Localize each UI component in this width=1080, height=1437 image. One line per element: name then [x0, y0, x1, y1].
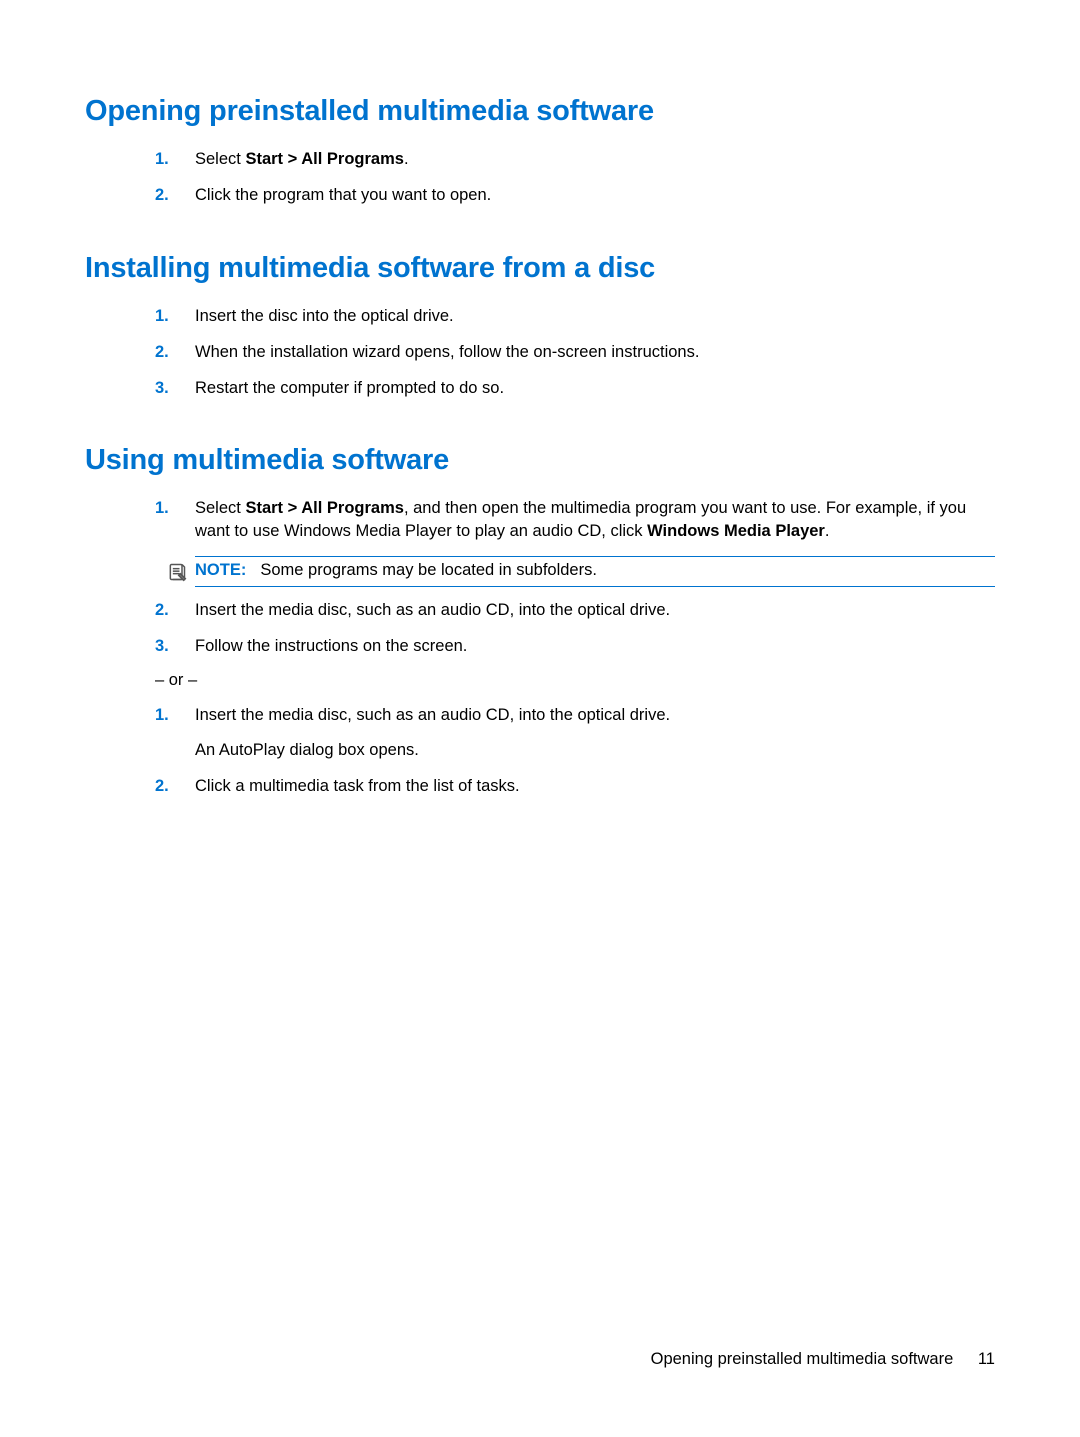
page-footer: Opening preinstalled multimedia software… — [651, 1350, 995, 1369]
section-using-multimedia: Using multimedia software 1. Select Star… — [85, 444, 995, 797]
list-text: When the installation wizard opens, foll… — [195, 341, 995, 363]
list-subtext: An AutoPlay dialog box opens. — [195, 739, 995, 761]
list-number: 1. — [155, 497, 195, 542]
list-item: 1. Select Start > All Programs. — [155, 148, 995, 170]
list-number: 3. — [155, 377, 195, 399]
list-text: Restart the computer if prompted to do s… — [195, 377, 995, 399]
list-number: 1. — [155, 148, 195, 170]
list-number: 1. — [155, 704, 195, 761]
note-box: NOTE: Some programs may be located in su… — [195, 556, 995, 587]
list-text: Select Start > All Programs, and then op… — [195, 497, 995, 542]
list-item: 2. Insert the media disc, such as an aud… — [155, 599, 995, 621]
list-number: 2. — [155, 599, 195, 621]
note-text: Some programs may be located in subfolde… — [260, 561, 597, 580]
list-number: 2. — [155, 775, 195, 797]
list-text: Select Start > All Programs. — [195, 148, 995, 170]
ordered-list: 1. Insert the disc into the optical driv… — [85, 305, 995, 400]
list-item: 2. Click a multimedia task from the list… — [155, 775, 995, 797]
section-heading: Opening preinstalled multimedia software — [85, 95, 995, 128]
list-text: Insert the media disc, such as an audio … — [195, 599, 995, 621]
page-content: Opening preinstalled multimedia software… — [0, 0, 1080, 1437]
list-text: Insert the disc into the optical drive. — [195, 305, 995, 327]
section-heading: Installing multimedia software from a di… — [85, 252, 995, 285]
list-item: 3. Restart the computer if prompted to d… — [155, 377, 995, 399]
page-number: 11 — [978, 1350, 995, 1368]
list-number: 2. — [155, 184, 195, 206]
section-installing-from-disc: Installing multimedia software from a di… — [85, 252, 995, 400]
ordered-list: 1. Select Start > All Programs. 2. Click… — [85, 148, 995, 207]
ordered-list: 1. Insert the media disc, such as an aud… — [85, 704, 995, 797]
list-item: 2. When the installation wizard opens, f… — [155, 341, 995, 363]
footer-title: Opening preinstalled multimedia software — [651, 1350, 954, 1368]
ordered-list: 1. Select Start > All Programs, and then… — [85, 497, 995, 657]
list-number: 1. — [155, 305, 195, 327]
list-item: 1. Insert the media disc, such as an aud… — [155, 704, 995, 761]
list-number: 3. — [155, 635, 195, 657]
list-text: Click the program that you want to open. — [195, 184, 995, 206]
list-text: Follow the instructions on the screen. — [195, 635, 995, 657]
section-heading: Using multimedia software — [85, 444, 995, 477]
list-number: 2. — [155, 341, 195, 363]
list-item: 1. Insert the disc into the optical driv… — [155, 305, 995, 327]
list-text: Insert the media disc, such as an audio … — [195, 704, 995, 761]
list-item: 1. Select Start > All Programs, and then… — [155, 497, 995, 542]
section-opening-preinstalled: Opening preinstalled multimedia software… — [85, 95, 995, 207]
note-icon — [167, 562, 187, 582]
list-item: 2. Click the program that you want to op… — [155, 184, 995, 206]
list-item: 3. Follow the instructions on the screen… — [155, 635, 995, 657]
list-text: Click a multimedia task from the list of… — [195, 775, 995, 797]
or-separator: – or – — [155, 671, 995, 690]
note-label: NOTE: — [195, 561, 246, 580]
